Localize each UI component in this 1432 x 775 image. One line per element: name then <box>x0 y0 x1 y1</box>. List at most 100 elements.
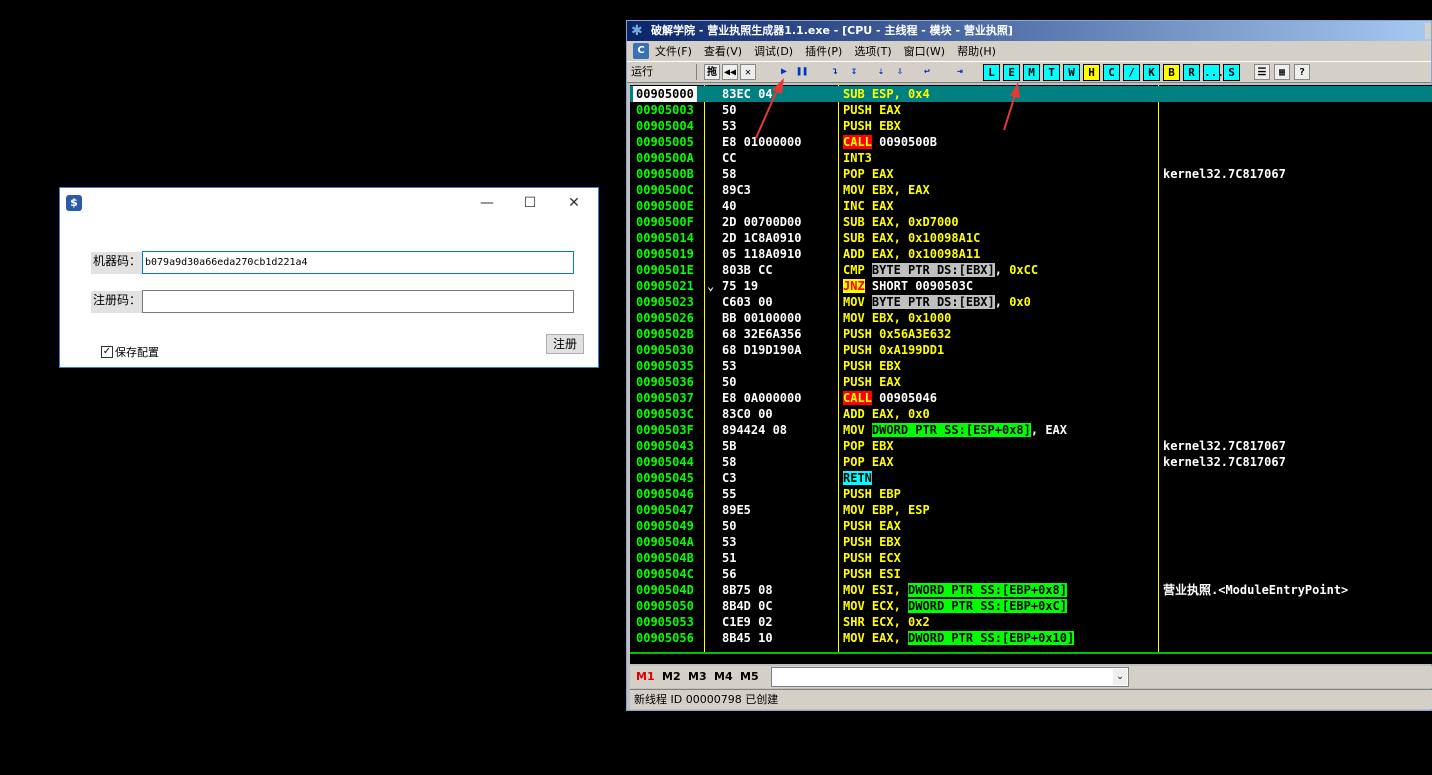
disasm-row[interactable]: 00905035 53 PUSH EBX <box>630 358 1432 374</box>
disasm-row[interactable]: 0090500B 58 POP EAX kernel32.7C817067 <box>630 166 1432 182</box>
jump-marker-icon: ⌄ <box>707 279 715 293</box>
disasm-row[interactable]: 0090504C 56 PUSH ESI <box>630 566 1432 582</box>
disasm-row[interactable]: 00905050 8B4D 0C MOV ECX, DWORD PTR SS:[EB… <box>630 598 1432 614</box>
disasm-row[interactable]: 0090504D 8B75 08 MOV ESI, DWORD PTR SS:[EB… <box>630 582 1432 598</box>
disasm-row[interactable]: 00905036 50 PUSH EAX <box>630 374 1432 390</box>
disasm-row[interactable]: 0090504A 53 PUSH EBX <box>630 534 1432 550</box>
toolbar-button[interactable]: ⇥ <box>952 64 968 80</box>
close-icon[interactable]: ✕ <box>564 193 584 213</box>
disasm-row[interactable]: 00905043 5B POP EBX kernel32.7C817067 <box>630 438 1432 454</box>
operand: EAX <box>879 519 901 533</box>
toolbar-button[interactable]: ⇩ <box>892 64 908 80</box>
minimize-icon[interactable]: — <box>477 193 497 213</box>
mnemonic: MOV <box>843 183 865 197</box>
window-button-b[interactable]: B <box>1163 64 1180 81</box>
disasm-row[interactable]: 00905021 ⌄ 75 19 JNZ SHORT 0090503C <box>630 278 1432 294</box>
disasm-row[interactable]: 0090503F 894424 08 MOV DWORD PTR SS:[ESP+0… <box>630 422 1432 438</box>
disasm-row[interactable]: 00905019 05 118A0910 ADD EAX, 0x10098A11 <box>630 246 1432 262</box>
menu-item[interactable]: 插件(P) <box>805 43 842 59</box>
toolbar-button[interactable]: ❚❚ <box>794 64 810 80</box>
menu-item[interactable]: 查看(V) <box>704 43 742 59</box>
command-input[interactable]: ⌄ <box>771 667 1129 687</box>
menu-item[interactable]: 调试(D) <box>754 43 793 59</box>
window-button-slash[interactable]: / <box>1123 64 1140 81</box>
window-button-k[interactable]: K <box>1143 64 1160 81</box>
hex-cell: 89C3 <box>722 183 751 197</box>
disasm-row[interactable]: 00905037 E8 0A000000 CALL 00905046 <box>630 390 1432 406</box>
window-button-l[interactable]: L <box>983 64 1000 81</box>
machine-code-input[interactable]: b079a9d30a66eda270cb1d221a4 <box>142 251 574 274</box>
disasm-row[interactable]: 00905014 2D 1C8A0910 SUB EAX, 0x10098A1C <box>630 230 1432 246</box>
register-button[interactable]: 注册 <box>546 334 584 354</box>
window-button-t[interactable]: T <box>1043 64 1060 81</box>
toolbar: 运行 拖 ◀◀ ✕ ▶ ❚❚ ↴ ↧ ⇣ ⇩ ↩ ⇥ L E M T W H C / K B R... S ☰ ▦? <box>627 61 1431 83</box>
layout-button[interactable]: ? <box>1294 64 1310 80</box>
menu-item[interactable]: 帮助(H) <box>957 43 996 59</box>
checkbox-check-icon[interactable]: ✓ <box>101 346 113 358</box>
address-cell: 00905004 <box>636 119 694 133</box>
disasm-row[interactable]: 00905030 68 D19D190A PUSH 0xA199DD1 <box>630 342 1432 358</box>
disasm-row[interactable]: 0090504B 51 PUSH ECX <box>630 550 1432 566</box>
window-button-s[interactable]: S <box>1223 64 1240 81</box>
menu-item[interactable]: 窗口(W) <box>904 43 945 59</box>
toolbar-button[interactable]: 拖 <box>704 64 720 80</box>
window-button-m[interactable]: M <box>1023 64 1040 81</box>
window-button-c[interactable]: C <box>1103 64 1120 81</box>
toolbar-button[interactable]: ⇣ <box>873 64 889 80</box>
disasm-row[interactable]: 0090500A CC INT3 <box>630 150 1432 166</box>
memory-tab-m4[interactable]: M4 <box>714 670 733 683</box>
pane-splitter[interactable] <box>630 652 1432 664</box>
menu-item[interactable]: 文件(F) <box>655 43 692 59</box>
disassembly-pane[interactable]: 00905000 83EC 04 SUB ESP, 0x4 00905003 50 PUS… <box>630 85 1432 652</box>
disasm-row[interactable]: 0090500C 89C3 MOV EBX, EAX <box>630 182 1432 198</box>
disasm-row[interactable]: 0090500F 2D 00700D00 SUB EAX, 0xD7000 <box>630 214 1432 230</box>
layout-button[interactable]: ▦ <box>1274 64 1290 80</box>
menu-logo-icon[interactable]: C <box>633 43 649 59</box>
maximize-icon[interactable]: ☐ <box>520 193 540 213</box>
disasm-row[interactable]: 0090502B 68 32E6A356 PUSH 0x56A3E632 <box>630 326 1432 342</box>
toolbar-button[interactable]: ↴ <box>827 64 843 80</box>
hex-cell: 50 <box>722 375 737 389</box>
disasm-cell: INC EAX <box>843 198 894 214</box>
memory-tab-m1[interactable]: M1 <box>636 670 655 683</box>
layout-button[interactable]: ☰ <box>1254 64 1270 80</box>
disasm-row[interactable]: 00905049 50 PUSH EAX <box>630 518 1432 534</box>
toolbar-button[interactable]: ↩ <box>919 64 935 80</box>
disasm-row[interactable]: 00905053 C1E9 02 SHR ECX, 0x2 <box>630 614 1432 630</box>
disasm-row[interactable]: 0090500E 40 INC EAX <box>630 198 1432 214</box>
machine-code-label: 机器码： <box>91 252 144 274</box>
save-config-label: 保存配置 <box>115 346 159 359</box>
memory-tab-m2[interactable]: M2 <box>662 670 681 683</box>
disasm-row[interactable]: 00905056 8B45 10 MOV EAX, DWORD PTR SS:[EB… <box>630 630 1432 646</box>
window-button-more[interactable]: ... <box>1203 64 1224 81</box>
operand: 0x4 <box>908 87 930 101</box>
toolbar-button[interactable]: ↧ <box>846 64 862 80</box>
hex-cell: C603 00 <box>722 295 773 309</box>
window-button-e[interactable]: E <box>1003 64 1020 81</box>
disasm-cell: POP EAX <box>843 166 894 182</box>
mnemonic: CMP <box>843 263 865 277</box>
save-config-checkbox[interactable]: ✓ 保存配置 <box>101 344 159 360</box>
disasm-cell: SHR ECX, 0x2 <box>843 614 930 630</box>
reg-code-input[interactable] <box>142 290 574 313</box>
menu-item[interactable]: 选项(T) <box>854 43 891 59</box>
window-button-edge[interactable] <box>1425 23 1431 39</box>
window-button-h[interactable]: H <box>1083 64 1100 81</box>
window-button-w[interactable]: W <box>1063 64 1080 81</box>
operand: DWORD PTR SS:[EBP+0xC] <box>908 599 1067 613</box>
operand: , EAX <box>1030 423 1067 437</box>
disasm-row[interactable]: 00905026 BB 00100000 MOV EBX, 0x1000 <box>630 310 1432 326</box>
disasm-row[interactable]: 00905044 58 POP EAX kernel32.7C817067 <box>630 454 1432 470</box>
disasm-row[interactable]: 0090501E 803B CC CMP BYTE PTR DS:[EBX], 0x… <box>630 262 1432 278</box>
disasm-row[interactable]: 00905047 89E5 MOV EBP, ESP <box>630 502 1432 518</box>
memory-tab-m3[interactable]: M3 <box>688 670 707 683</box>
disasm-row[interactable]: 00905023 C603 00 MOV BYTE PTR DS:[EBX], 0x… <box>630 294 1432 310</box>
hex-cell: 68 32E6A356 <box>722 327 802 341</box>
toolbar-button[interactable]: ◀◀ <box>722 64 738 80</box>
disasm-row[interactable]: 00905046 55 PUSH EBP <box>630 486 1432 502</box>
disasm-row[interactable]: 0090503C 83C0 00 ADD EAX, 0x0 <box>630 406 1432 422</box>
disasm-row[interactable]: 00905045 C3 RETN <box>630 470 1432 486</box>
memory-tab-m5[interactable]: M5 <box>740 670 759 683</box>
chevron-down-icon[interactable]: ⌄ <box>1113 669 1127 685</box>
window-button-r[interactable]: R <box>1183 64 1200 81</box>
